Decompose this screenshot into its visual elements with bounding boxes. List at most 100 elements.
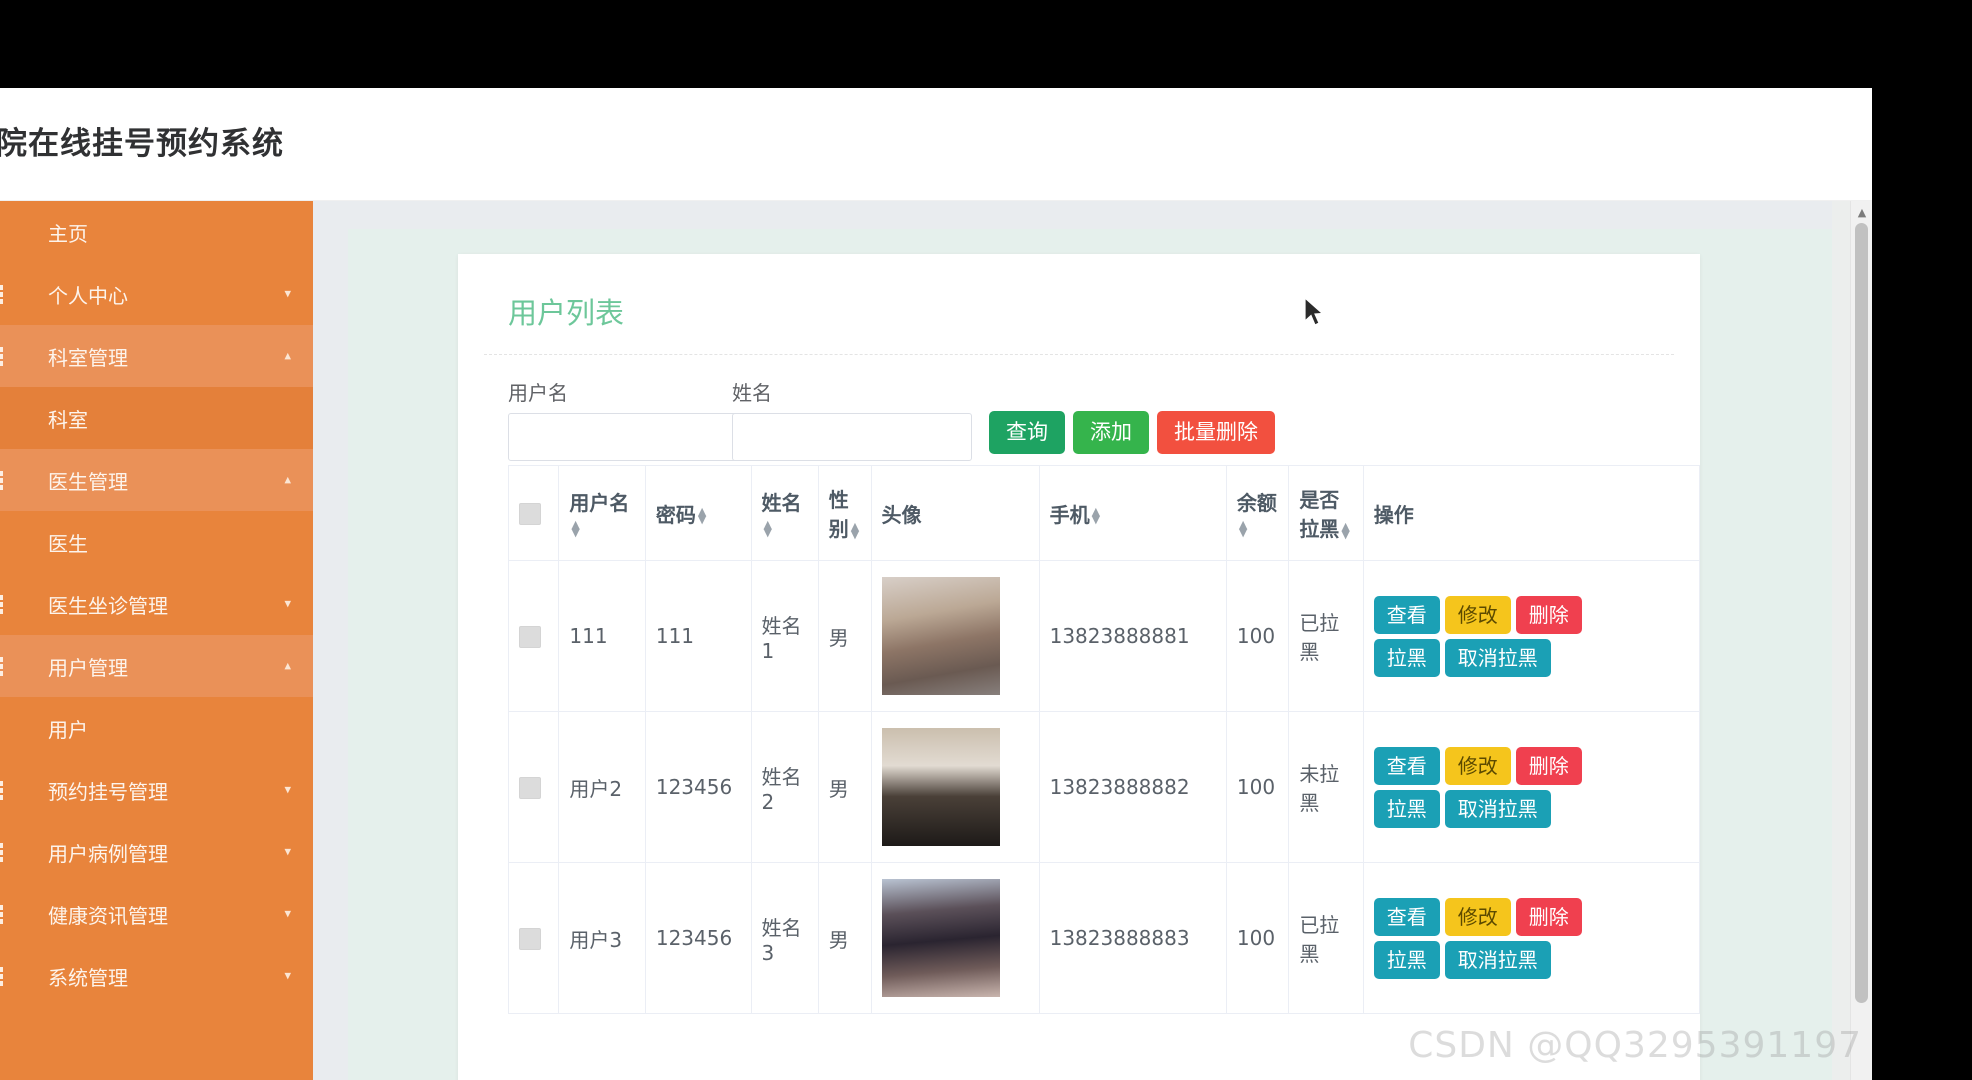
- sort-icon[interactable]: ▲ ▼: [764, 520, 772, 538]
- sidebar-item-doctor-clinic-management[interactable]: 医生坐诊管理 ▾: [0, 573, 313, 635]
- th-operations: 操作: [1362, 465, 1701, 561]
- sidebar-subitem-department[interactable]: 科室: [0, 387, 313, 449]
- view-button[interactable]: 查看: [1373, 897, 1440, 936]
- sidebar-item-medical-record-management[interactable]: 用户病例管理 ▾: [0, 821, 313, 883]
- grid-icon: [0, 655, 10, 677]
- app-header: 医院在线挂号预约系统 80x80: [0, 88, 1872, 268]
- th-blacklist-label: 是否拉黑: [1299, 488, 1340, 541]
- cell-password: 111: [644, 560, 752, 712]
- grid-icon: [0, 283, 10, 305]
- th-blacklist[interactable]: 是否拉黑 ▲ ▼: [1288, 465, 1364, 561]
- th-avatar-label: 头像: [881, 502, 922, 527]
- page-title: 医院在线挂号预约系统: [0, 126, 284, 162]
- cell-select[interactable]: [507, 862, 560, 1014]
- scrollbar-thumb[interactable]: [1855, 223, 1868, 1003]
- sort-icon[interactable]: ▲ ▼: [571, 520, 579, 538]
- view-button[interactable]: 查看: [1373, 746, 1440, 785]
- sidebar-item-department-management[interactable]: 科室管理 ▴: [0, 325, 313, 387]
- sort-icon[interactable]: ▲ ▼: [698, 507, 706, 525]
- content-scrollbar-track[interactable]: [1832, 201, 1850, 1080]
- unblacklist-button[interactable]: 取消拉黑: [1444, 940, 1551, 979]
- th-name[interactable]: 姓名 ▲ ▼: [750, 465, 819, 561]
- select-all-checkbox[interactable]: [519, 503, 541, 526]
- sidebar-item-label: 科室管理: [48, 345, 128, 370]
- table-wrapper: 用户名 ▲ ▼ 密码 ▲ ▼ 姓名 ▲ ▼ 性别 ▲ ▼ 头像 手机 ▲ ▼ 余…: [484, 465, 1701, 1014]
- sidebar-item-user-management[interactable]: 用户管理 ▴: [0, 635, 313, 697]
- cell-gender: 男: [817, 711, 872, 863]
- sidebar-item-health-news-management[interactable]: 健康资讯管理 ▾: [0, 883, 313, 945]
- row-checkbox[interactable]: [519, 626, 541, 649]
- filter-name-label: 姓名: [732, 381, 772, 405]
- th-gender[interactable]: 性别 ▲ ▼: [817, 465, 872, 561]
- th-password[interactable]: 密码 ▲ ▼: [644, 465, 752, 561]
- delete-button[interactable]: 删除: [1515, 897, 1582, 936]
- cell-balance: 100: [1225, 711, 1290, 863]
- application-viewport: 医院在线挂号预约系统 80x80 主页 个人中: [0, 88, 1872, 1080]
- cell-avatar: [870, 560, 1040, 712]
- cell-select[interactable]: [507, 711, 560, 863]
- search-input-name[interactable]: [732, 413, 972, 461]
- batch-delete-button[interactable]: 批量删除: [1157, 411, 1275, 454]
- user-photo-2[interactable]: [881, 728, 1000, 846]
- sidebar-nav: 主页 个人中心 ▾ 科室管理 ▴ 科室 医生管理 ▴ 医生 医生坐诊管理 ▾ 用…: [0, 201, 313, 1080]
- table-body: 111 111 姓名1 男 13823888881 100 已拉黑 查看 修改 …: [507, 560, 1701, 1014]
- filter-username-label: 用户名: [508, 381, 568, 405]
- sidebar-item-label: 用户管理: [48, 655, 128, 680]
- scroll-up-arrow-icon[interactable]: ▲: [1851, 201, 1872, 223]
- user-photo-3[interactable]: [881, 879, 1000, 997]
- sidebar-subitem-user[interactable]: 用户: [0, 697, 313, 759]
- th-balance[interactable]: 余额 ▲ ▼: [1225, 465, 1290, 561]
- user-photo-1[interactable]: [881, 577, 1000, 695]
- sidebar-item-label: 预约挂号管理: [48, 779, 168, 804]
- sort-icon[interactable]: ▲ ▼: [1341, 521, 1349, 539]
- sidebar-item-appointment-management[interactable]: 预约挂号管理 ▾: [0, 759, 313, 821]
- th-username-label: 用户名: [569, 490, 630, 515]
- sidebar-subitem-label: 科室: [48, 407, 88, 432]
- cell-gender: 男: [817, 862, 872, 1014]
- view-button[interactable]: 查看: [1373, 595, 1440, 634]
- chevron-up-icon: ▴: [284, 658, 291, 674]
- grid-icon: [0, 345, 10, 367]
- delete-button[interactable]: 删除: [1515, 595, 1582, 634]
- th-operations-label: 操作: [1373, 502, 1414, 527]
- sort-icon[interactable]: ▲ ▼: [1239, 520, 1247, 538]
- unblacklist-button[interactable]: 取消拉黑: [1444, 789, 1551, 828]
- cell-operations: 查看 修改 删除 拉黑 取消拉黑: [1362, 711, 1701, 863]
- cell-avatar: [870, 711, 1040, 863]
- edit-button[interactable]: 修改: [1444, 897, 1511, 936]
- sidebar-item-system-management[interactable]: 系统管理 ▾: [0, 945, 313, 1007]
- unblacklist-button[interactable]: 取消拉黑: [1444, 638, 1551, 677]
- table-row[interactable]: 用户3 123456 姓名3 男 13823888883 100 已拉黑 查看 …: [507, 862, 1701, 1014]
- th-phone[interactable]: 手机 ▲ ▼: [1038, 465, 1227, 561]
- cell-name: 姓名1: [750, 560, 819, 712]
- row-checkbox[interactable]: [519, 928, 541, 951]
- search-input-username[interactable]: [508, 413, 748, 461]
- add-button[interactable]: 添加: [1073, 411, 1149, 454]
- th-username[interactable]: 用户名 ▲ ▼: [558, 465, 646, 561]
- sidebar-item-home[interactable]: 主页: [0, 201, 313, 263]
- th-select-all[interactable]: [507, 465, 560, 561]
- sidebar-item-personal-center[interactable]: 个人中心 ▾: [0, 263, 313, 325]
- sidebar-item-doctor-management[interactable]: 医生管理 ▴: [0, 449, 313, 511]
- query-button[interactable]: 查询: [989, 411, 1065, 454]
- table-row[interactable]: 111 111 姓名1 男 13823888881 100 已拉黑 查看 修改 …: [507, 560, 1701, 712]
- cell-password: 123456: [644, 711, 752, 863]
- grid-icon: [0, 965, 10, 987]
- blacklist-button[interactable]: 拉黑: [1373, 789, 1440, 828]
- blacklist-button[interactable]: 拉黑: [1373, 638, 1440, 677]
- sidebar-subitem-doctor[interactable]: 医生: [0, 511, 313, 573]
- cell-phone: 13823888881: [1038, 560, 1227, 712]
- edit-button[interactable]: 修改: [1444, 746, 1511, 785]
- page-scrollbar[interactable]: ▲: [1850, 201, 1872, 1080]
- table-header: 用户名 ▲ ▼ 密码 ▲ ▼ 姓名 ▲ ▼ 性别 ▲ ▼ 头像 手机 ▲ ▼ 余…: [507, 465, 1701, 561]
- blacklist-button[interactable]: 拉黑: [1373, 940, 1440, 979]
- cell-select[interactable]: [507, 560, 560, 712]
- cell-username: 用户2: [558, 711, 646, 863]
- sidebar-item-label: 个人中心: [48, 283, 128, 308]
- sort-icon[interactable]: ▲ ▼: [851, 521, 859, 539]
- edit-button[interactable]: 修改: [1444, 595, 1511, 634]
- row-checkbox[interactable]: [519, 777, 541, 800]
- sort-icon[interactable]: ▲ ▼: [1092, 507, 1100, 525]
- table-row[interactable]: 用户2 123456 姓名2 男 13823888882 100 未拉黑 查看 …: [507, 711, 1701, 863]
- delete-button[interactable]: 删除: [1515, 746, 1582, 785]
